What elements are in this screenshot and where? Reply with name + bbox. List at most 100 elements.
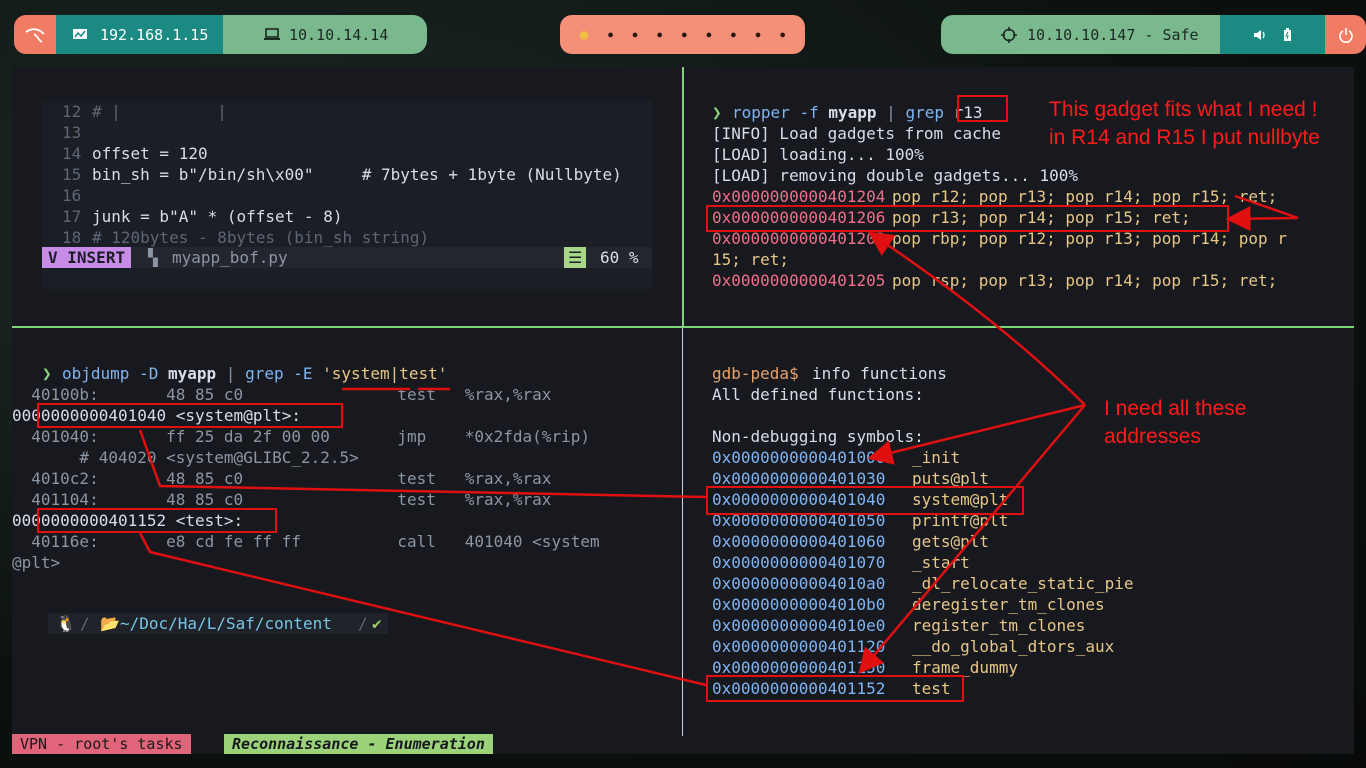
- objdump-line: @plt>: [12, 553, 61, 572]
- workspace-dot[interactable]: ●: [608, 30, 613, 39]
- symbol-address: 0x00000000004010a0: [712, 574, 886, 593]
- prompt-arrow-icon: ❯: [42, 364, 52, 383]
- prompt-path: ~/Doc/Ha/L/Saf/content: [120, 614, 332, 633]
- objdump-line: 40116e: e8 cd fe ff ff call 401040 <syst…: [12, 532, 600, 551]
- system-tray: [1220, 15, 1325, 54]
- vim-line-text: # 120bytes - 8bytes (bin_sh string): [92, 228, 430, 247]
- ropper-output-line: [LOAD] removing double gadgets... 100%: [712, 166, 1079, 185]
- highlight-gdb-test: [706, 675, 964, 702]
- annotation-gadget-2: in R14 and R15 I put nullbyte: [1049, 126, 1320, 149]
- highlight-gdb-system: [706, 486, 1024, 515]
- target-text: 10.10.10.147 - Safe: [1027, 25, 1199, 44]
- gadget-instructions: pop r12; pop r13; pop r14; pop r15; ret;: [892, 187, 1278, 206]
- highlight-gadget: [706, 205, 1229, 232]
- gdb-pane[interactable]: gdb-peda$ info functions All defined fun…: [712, 363, 1352, 703]
- vpn-ip-text: 10.10.14.14: [289, 25, 389, 44]
- objdump-command: objdump -D myapp | grep -E 'system|test': [62, 364, 448, 383]
- objdump-line: 4010c2: 48 85 c0 test %rax,%rax: [12, 469, 552, 488]
- objdump-line: 401104: 48 85 c0 test %rax,%rax: [12, 490, 552, 509]
- symbol-name: register_tm_clones: [912, 616, 1086, 635]
- crosshair-icon: [1001, 26, 1017, 43]
- workspace-dots[interactable]: ● ● ● ● ● ● ● ● ●: [560, 15, 805, 54]
- gadget-instructions: pop rsp; pop r13; pop r14; pop r15; ret;: [892, 271, 1278, 290]
- linux-penguin-icon: 🐧: [56, 614, 76, 633]
- vim-filename: myapp_bof.py: [172, 248, 288, 267]
- symbol-address: 0x00000000004010b0: [712, 595, 886, 614]
- symbol-name: _start: [912, 553, 970, 572]
- ropper-command: ropper -f myapp | grep r13: [732, 103, 983, 122]
- gadget-instructions: 15; ret;: [712, 250, 790, 269]
- workspace-dot[interactable]: ●: [780, 30, 785, 39]
- vim-line-text: # | |: [92, 102, 227, 121]
- symbol-name: gets@plt: [912, 532, 990, 551]
- target-pill[interactable]: 10.10.10.147 - Safe: [941, 15, 1220, 54]
- tmux-session[interactable]: VPN - root's tasks: [12, 734, 191, 754]
- workspace-dot[interactable]: ●: [756, 30, 761, 39]
- vim-line-text: offset = 120: [92, 144, 208, 163]
- laptop-icon: [264, 28, 280, 40]
- ropper-output-line: [INFO] Load gadgets from cache: [712, 124, 1001, 143]
- symbol-name: _init: [912, 448, 961, 467]
- topbar-right: 10.10.10.147 - Safe: [941, 15, 1366, 54]
- objdump-line: 401040: ff 25 da 2f 00 00 jmp *0x2fda(%r…: [12, 427, 590, 446]
- pane-divider-vertical-lower: [682, 327, 683, 737]
- vim-mode: V INSERT: [42, 247, 132, 268]
- tmux-statusbar: VPN - root's tasks Reconnaissance - Enum…: [12, 734, 1354, 754]
- symbol-address: 0x0000000000401060: [712, 532, 886, 551]
- kali-menu-button[interactable]: [14, 15, 56, 54]
- symbol-name: _dl_relocate_static_pie: [912, 574, 1134, 593]
- workspace-active-dot[interactable]: ●: [580, 27, 588, 43]
- symbol-name: deregister_tm_clones: [912, 595, 1105, 614]
- objdump-line: 40100b: 48 85 c0 test %rax,%rax: [12, 385, 552, 404]
- annotation-gadget-1: This gadget fits what I need !: [1049, 98, 1318, 121]
- symbol-address: 0x0000000000401000: [712, 448, 886, 467]
- vim-line-number: 13: [62, 123, 82, 142]
- vim-logo-icon: V: [48, 248, 58, 267]
- vim-line-number: 17: [62, 207, 82, 226]
- prompt-arrow-icon: ❯: [712, 103, 722, 122]
- python-icon: ▚: [148, 248, 158, 267]
- power-button[interactable]: [1325, 15, 1366, 54]
- pane-divider-vertical: [682, 67, 684, 327]
- vim-line-number: 12: [62, 102, 82, 121]
- annotation-addr-1: I need all these: [1104, 397, 1247, 420]
- monitor-icon: [73, 28, 87, 39]
- kali-dragon-icon: [25, 27, 45, 43]
- volume-icon[interactable]: [1253, 29, 1267, 41]
- vim-line-text: bin_sh = b"/bin/sh\x00" # 7bytes + 1byte…: [92, 165, 622, 184]
- symbol-address: 0x0000000000401120: [712, 637, 886, 656]
- highlight-system-plt: [37, 403, 343, 428]
- vim-percent: 60 %: [600, 248, 639, 267]
- workspace-dot[interactable]: ●: [706, 30, 711, 39]
- symbol-address: 0x00000000004010e0: [712, 616, 886, 635]
- gdb-section: Non-debugging symbols:: [712, 427, 924, 446]
- host-ip-text: 192.168.1.15: [100, 25, 209, 44]
- vim-pane[interactable]: 12 # | | 13 14 offset = 120 15 bin_sh = b"/bin…: [42, 101, 652, 289]
- gadget-address: 0x0000000000401205: [712, 271, 886, 290]
- prompt-separator: /: [80, 614, 90, 633]
- prompt-ok: ✔: [372, 614, 382, 633]
- gdb-command: info functions: [812, 364, 947, 383]
- highlight-r13: [957, 95, 1008, 122]
- folder-icon: 📂: [100, 614, 120, 633]
- battery-icon[interactable]: [1283, 27, 1292, 42]
- symbol-address: 0x0000000000401070: [712, 553, 886, 572]
- prompt-separator: /: [358, 614, 368, 633]
- vim-line-number: 18: [62, 228, 82, 247]
- shell-prompt: 🐧 / 📂 ~/Doc/Ha/L/Saf/content / ✔: [48, 613, 388, 634]
- host-ip-pill[interactable]: 192.168.1.15: [56, 15, 223, 54]
- workspace-dot[interactable]: ●: [657, 30, 662, 39]
- workspace-dot[interactable]: ●: [633, 30, 638, 39]
- workspace-dot[interactable]: ●: [682, 30, 687, 39]
- vim-line-number: 16: [62, 186, 82, 205]
- topbar-left: 192.168.1.15 10.10.14.14: [14, 15, 427, 54]
- gdb-prompt: gdb-peda$: [712, 364, 799, 383]
- pane-divider-horizontal: [12, 326, 1354, 328]
- highlight-test: [37, 508, 277, 533]
- workspace-dot[interactable]: ●: [731, 30, 736, 39]
- tmux-window[interactable]: Reconnaissance - Enumeration: [224, 734, 493, 754]
- vim-line-number: 14: [62, 144, 82, 163]
- gdb-header: All defined functions:: [712, 385, 924, 404]
- vpn-ip-pill[interactable]: 10.10.14.14: [223, 15, 427, 54]
- lines-icon: ☰: [564, 247, 587, 268]
